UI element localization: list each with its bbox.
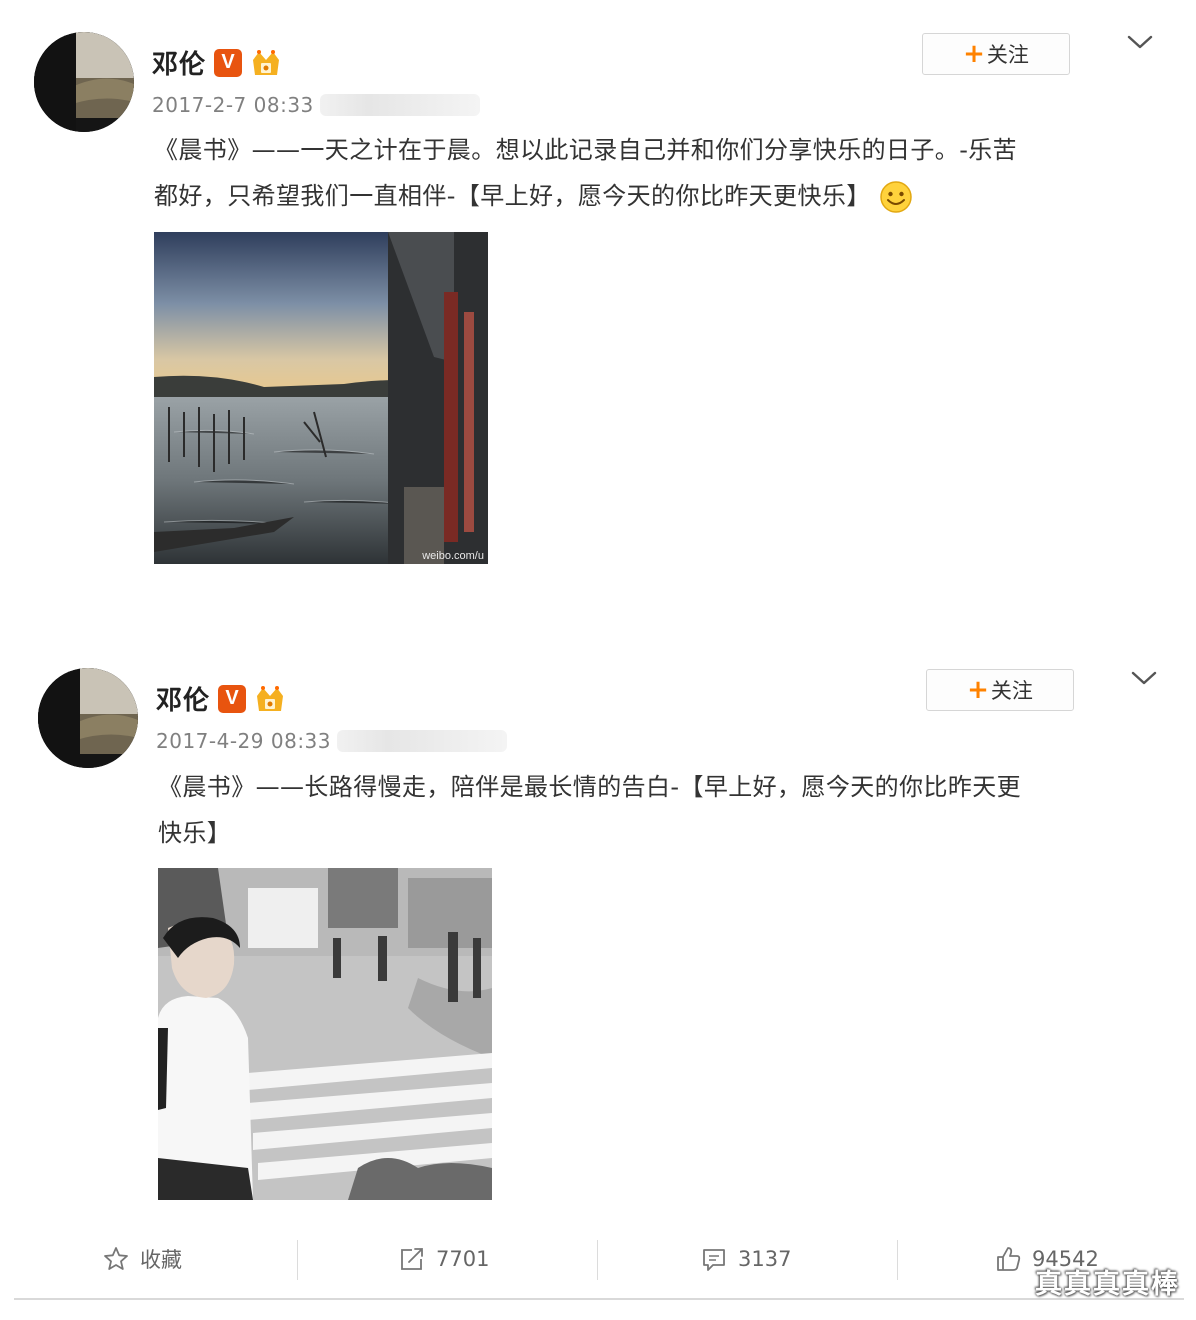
redacted-source [337, 730, 507, 752]
weibo-post-1: 邓伦 V 2017-2-7 08:33 + 关注 《晨书》——一天之计在于晨。想… [0, 0, 1196, 620]
timestamp-row: 2017-2-7 08:33 [152, 93, 480, 117]
verified-badge-icon: V [218, 684, 247, 713]
redacted-source [319, 94, 480, 116]
post-text-line: 快乐】 [158, 819, 232, 847]
avatar[interactable] [34, 32, 134, 132]
street-portrait-image [158, 868, 492, 1200]
avatar[interactable] [38, 668, 138, 768]
post-timestamp[interactable]: 2017-2-7 08:33 [152, 93, 314, 117]
post-photo-street[interactable] [158, 868, 492, 1200]
image-watermark: weibo.com/u [422, 550, 484, 562]
post-text-line-content: 都好，只希望我们一直相伴-【早上好，愿今天的你比昨天更快乐】 [154, 182, 871, 210]
avatar-image [38, 668, 138, 768]
comment-button[interactable]: 3137 [700, 1226, 791, 1292]
smile-emoji-icon [879, 181, 912, 213]
post-text-line: 都好，只希望我们一直相伴-【早上好，愿今天的你比昨天更快乐】 [154, 173, 1154, 219]
divider [14, 1298, 1184, 1300]
post-timestamp[interactable]: 2017-4-29 08:33 [156, 729, 331, 753]
divider [297, 1240, 298, 1280]
post-action-bar: 收藏 7701 3137 94542 [0, 1226, 1196, 1296]
repost-button[interactable]: 7701 [398, 1226, 489, 1292]
plus-icon: + [963, 39, 985, 69]
avatar-image [34, 32, 134, 132]
chevron-down-icon[interactable] [1130, 668, 1158, 688]
crown-badge-icon [253, 49, 280, 75]
username[interactable]: 邓伦 [152, 44, 206, 81]
follow-label: 关注 [986, 43, 1029, 67]
follow-button[interactable]: + 关注 [926, 669, 1074, 711]
follow-label: 关注 [990, 679, 1033, 703]
post-text-line: 《晨书》——一天之计在于晨。想以此记录自己并和你们分享快乐的日子。-乐苦 [154, 136, 1018, 164]
divider [597, 1240, 598, 1280]
author-row: 邓伦 V [152, 44, 282, 81]
favorite-button[interactable]: 收藏 [102, 1226, 182, 1292]
verified-badge-icon: V [214, 48, 243, 77]
post-text: 《晨书》——一天之计在于晨。想以此记录自己并和你们分享快乐的日子。-乐苦 都好，… [154, 127, 1154, 219]
post-text: 《晨书》——长路得慢走，陪伴是最长情的告白-【早上好，愿今天的你比昨天更 快乐】 [158, 764, 1158, 856]
divider [897, 1240, 898, 1280]
star-icon [104, 1247, 128, 1270]
lake-sunset-image [154, 232, 488, 564]
comment-icon [703, 1249, 725, 1271]
repost-icon [401, 1248, 423, 1270]
username[interactable]: 邓伦 [156, 680, 210, 717]
repost-count: 7701 [436, 1247, 490, 1271]
weibo-post-2: 邓伦 V 2017-4-29 08:33 + 关注 《晨书》——长路得慢走，陪伴… [0, 636, 1196, 1220]
author-row: 邓伦 V [156, 680, 286, 717]
watermark-text: 真真真真棒 [1035, 1269, 1180, 1300]
plus-icon: + [967, 675, 989, 705]
crown-badge-icon [257, 685, 284, 711]
post-text-line: 《晨书》——长路得慢走，陪伴是最长情的告白-【早上好，愿今天的你比昨天更 [158, 773, 1022, 801]
comment-count: 3137 [738, 1247, 792, 1271]
follow-button[interactable]: + 关注 [922, 33, 1070, 75]
post-photo-lake[interactable]: weibo.com/u [154, 232, 488, 564]
thumbs-up-icon [997, 1247, 1021, 1271]
timestamp-row: 2017-4-29 08:33 [156, 729, 507, 753]
favorite-label: 收藏 [140, 1248, 182, 1272]
chevron-down-icon[interactable] [1126, 32, 1154, 52]
